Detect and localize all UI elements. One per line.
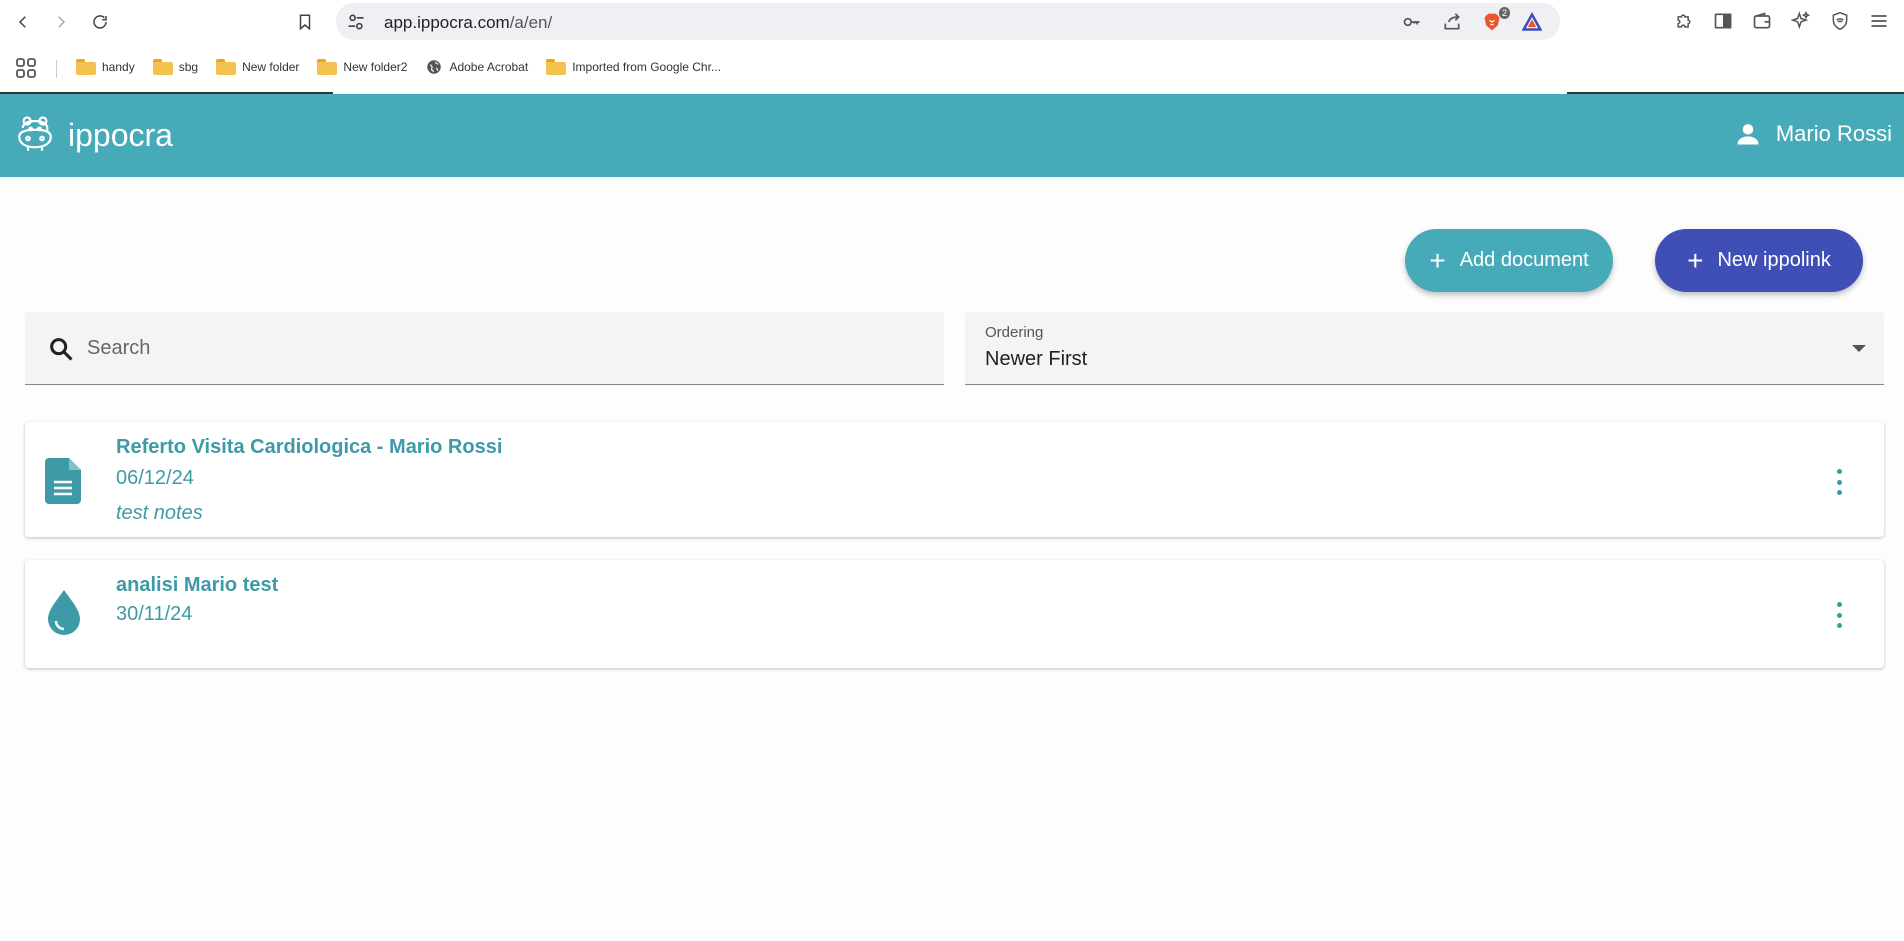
puzzle-icon	[1677, 14, 1691, 28]
url-text[interactable]: app.ippocra.com/a/en/	[384, 13, 552, 33]
bookmarks-separator	[56, 60, 57, 78]
folder-icon	[152, 59, 173, 75]
document-icon	[45, 458, 81, 504]
bookmark-item[interactable]: sbg	[152, 54, 199, 80]
browser-toolbar: app.ippocra.com/a/en/ 2	[0, 0, 1904, 44]
ordering-value: Newer First	[985, 348, 1088, 370]
search-field[interactable]	[25, 312, 944, 385]
user-menu[interactable]: Mario Rossi	[1734, 120, 1892, 148]
sidebar-icon	[1714, 13, 1732, 29]
hamburger-icon	[1871, 15, 1887, 27]
back-button[interactable]	[10, 9, 36, 35]
ordering-select[interactable]: Ordering Newer First	[965, 312, 1884, 385]
hippo-logo-icon[interactable]	[14, 114, 56, 156]
vpn-button[interactable]	[1828, 9, 1852, 33]
ordering-label: Ordering	[985, 324, 1044, 341]
bookmark-item[interactable]: New folder2	[317, 54, 407, 80]
bookmark-icon	[299, 14, 311, 31]
dot	[1836, 479, 1842, 485]
document-date: 30/11/24	[116, 603, 193, 625]
password-key-button[interactable]	[1398, 9, 1426, 35]
wallet-icon	[1753, 12, 1771, 29]
dot	[1836, 612, 1842, 618]
plus-icon: +	[1429, 244, 1446, 276]
search-icon	[50, 338, 73, 361]
plus-icon: +	[1687, 244, 1704, 276]
more-options-button[interactable]	[1834, 602, 1844, 628]
add-document-button[interactable]: + Add document	[1405, 229, 1613, 292]
add-document-label: Add document	[1459, 249, 1589, 271]
document-title[interactable]: Referto Visita Cardiologica - Mario Ross…	[116, 436, 502, 459]
folder-icon	[317, 59, 338, 75]
brave-shields-button[interactable]: 2	[1478, 7, 1510, 35]
bookmark-item[interactable]: handy	[76, 54, 135, 80]
dot	[1836, 602, 1842, 607]
document-title[interactable]: analisi Mario test	[116, 574, 278, 597]
share-button[interactable]	[1438, 9, 1466, 35]
site-settings-icon[interactable]	[346, 12, 366, 32]
browser-right-tools	[1672, 9, 1891, 33]
bookmark-label: New folder	[242, 60, 300, 74]
bookmarks-list: handy sbg New folder New folder2 Adobe A…	[76, 54, 721, 80]
browser-chrome: app.ippocra.com/a/en/ 2 handy sbg New fo…	[0, 0, 1904, 94]
url-path: /a/en/	[509, 13, 553, 32]
document-card[interactable]: Referto Visita Cardiologica - Mario Ross…	[25, 422, 1884, 537]
key-icon	[1403, 17, 1420, 27]
rewards-triangle-icon	[1522, 12, 1542, 31]
bookmark-label: Imported from Google Chr...	[572, 60, 721, 74]
bookmark-page-button[interactable]	[292, 9, 318, 35]
bookmark-item[interactable]: New folder	[216, 54, 299, 80]
new-ippolink-label: New ippolink	[1717, 249, 1831, 271]
url-host: app.ippocra.com	[384, 13, 510, 32]
back-arrow-icon	[18, 16, 26, 28]
bookmark-label: handy	[102, 60, 135, 74]
reload-icon	[93, 15, 107, 29]
search-input[interactable]	[87, 330, 907, 366]
folder-icon	[216, 59, 237, 75]
shield-icon	[1832, 11, 1848, 31]
bookmarks-bar: handy sbg New folder New folder2 Adobe A…	[0, 52, 1904, 82]
user-name: Mario Rossi	[1775, 121, 1892, 146]
forward-button[interactable]	[48, 9, 74, 35]
app-header: ippocra Mario Rossi	[0, 94, 1904, 177]
reload-button[interactable]	[87, 9, 113, 35]
document-notes: test notes	[116, 502, 203, 524]
apps-grid-icon[interactable]	[14, 56, 38, 80]
globe-icon	[427, 60, 442, 74]
bookmark-item[interactable]: Adobe Acrobat	[425, 54, 528, 80]
document-card[interactable]: analisi Mario test 30/11/24	[25, 560, 1884, 668]
forward-arrow-icon	[58, 16, 66, 28]
drop-icon	[48, 590, 80, 635]
more-options-button[interactable]	[1834, 469, 1844, 495]
sidebar-button[interactable]	[1711, 9, 1735, 33]
folder-icon	[76, 59, 96, 75]
menu-button[interactable]	[1867, 9, 1891, 33]
bookmark-label: sbg	[178, 60, 199, 74]
brave-rewards-button[interactable]	[1518, 9, 1546, 35]
wallet-button[interactable]	[1750, 9, 1774, 33]
bookmark-label: New folder2	[343, 60, 408, 74]
share-icon	[1444, 13, 1460, 30]
sparkle-icon	[1791, 11, 1811, 30]
new-ippolink-button[interactable]: + New ippolink	[1655, 229, 1863, 292]
bookmark-label: Adobe Acrobat	[449, 60, 529, 74]
extensions-button[interactable]	[1672, 9, 1696, 33]
address-bar[interactable]: app.ippocra.com/a/en/ 2	[336, 3, 1560, 40]
leo-ai-button[interactable]	[1789, 9, 1813, 33]
app-name[interactable]: ippocra	[68, 117, 173, 154]
address-bar-icons: 2	[1398, 7, 1546, 35]
dot	[1836, 490, 1842, 495]
dot	[1836, 623, 1842, 628]
dot	[1836, 469, 1842, 474]
document-date: 06/12/24	[116, 467, 194, 489]
user-icon	[1737, 124, 1759, 145]
brave-badge: 2	[1498, 7, 1510, 19]
bookmark-item[interactable]: Imported from Google Chr...	[546, 54, 721, 80]
folder-icon	[546, 59, 567, 75]
dropdown-caret-icon	[1852, 345, 1866, 352]
